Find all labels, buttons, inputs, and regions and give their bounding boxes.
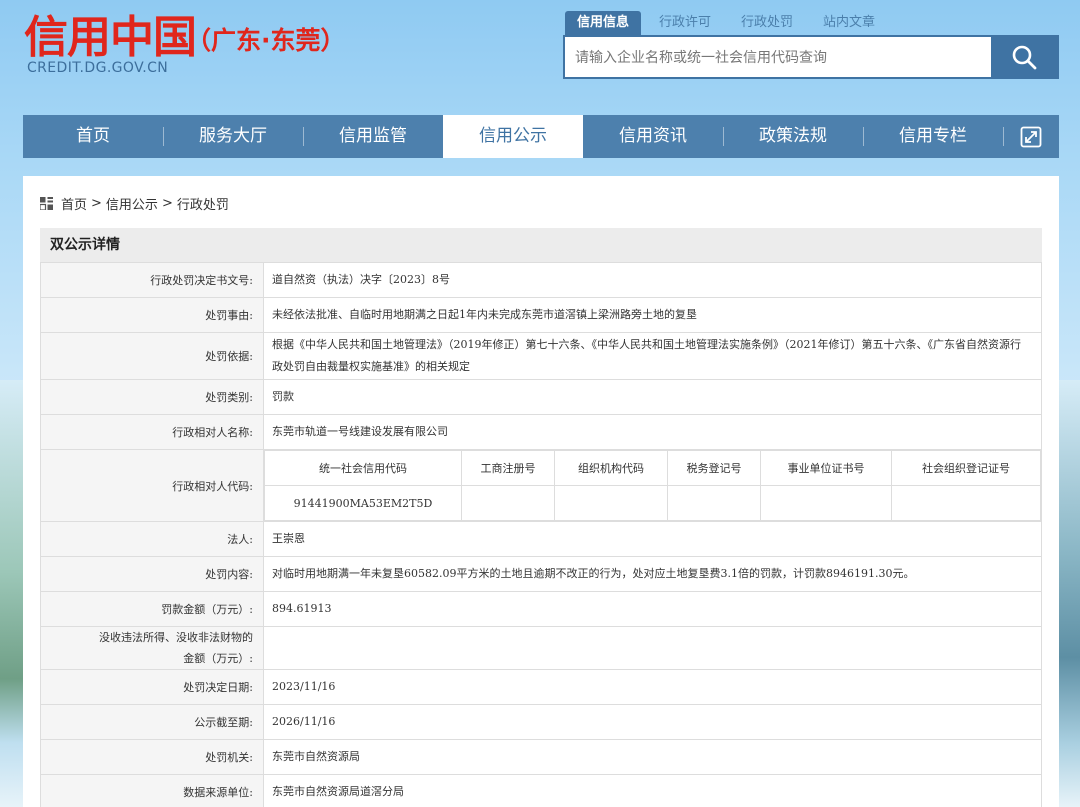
row-label: 罚款金额（万元）: <box>40 591 264 627</box>
nav-item-credit-disclosure[interactable]: 信用公示 <box>443 115 583 158</box>
table-row: 公示截至期: 2026/11/16 <box>40 704 1042 740</box>
row-label: 行政相对人名称: <box>40 414 264 450</box>
table-row: 处罚依据: 根据《中华人民共和国土地管理法》（2019年修正）第七十六条、《中华… <box>40 332 1042 380</box>
table-row: 行政处罚决定书文号: 道自然资（执法）决字〔2023〕8号 <box>40 262 1042 298</box>
search-tab-admin-license[interactable]: 行政许可 <box>647 11 723 35</box>
code-header: 工商注册号 <box>461 450 555 486</box>
row-label: 处罚内容: <box>40 556 264 592</box>
site-logo[interactable]: 信用中国 （广东·东莞） CREDIT.DG.GOV.CN <box>24 12 346 82</box>
breadcrumb-separator: > <box>91 195 102 211</box>
code-value <box>461 485 555 521</box>
search-button[interactable] <box>991 37 1057 77</box>
content-panel: 首页 > 信用公示 > 行政处罚 双公示详情 行政处罚决定书文号: 道自然资（执… <box>23 176 1059 807</box>
row-label: 处罚决定日期: <box>40 669 264 705</box>
code-value <box>667 485 761 521</box>
breadcrumb-home[interactable]: 首页 <box>61 194 87 213</box>
detail-table: 行政处罚决定书文号: 道自然资（执法）决字〔2023〕8号 处罚事由: 未经依法… <box>40 262 1042 807</box>
code-value <box>891 485 1041 521</box>
breadcrumb-admin-penalty: 行政处罚 <box>176 197 229 213</box>
table-row: 行政相对人名称: 东莞市轨道一号线建设发展有限公司 <box>40 414 1042 450</box>
breadcrumb-credit-disclosure[interactable]: 信用公示 <box>106 194 158 213</box>
code-header-row: 统一社会信用代码 工商注册号 组织机构代码 税务登记号 事业单位证书号 社会组织… <box>264 450 1041 486</box>
background-scenery-right <box>1059 380 1080 807</box>
row-value: 道自然资（执法）决字〔2023〕8号 <box>263 262 1042 298</box>
row-value: 2026/11/16 <box>263 704 1042 740</box>
search-tab-credit-info[interactable]: 信用信息 <box>565 11 642 35</box>
code-value <box>554 485 668 521</box>
code-header: 社会组织登记证号 <box>891 450 1041 486</box>
code-value-row: 91441900MA53EM2T5D <box>264 485 1041 521</box>
row-value: 未经依法批准、自临时用地期满之日起1年内未完成东莞市道滘镇上梁洲路旁土地的复垦 <box>263 297 1042 333</box>
row-value: 894.61913 <box>263 591 1042 627</box>
row-label: 行政处罚决定书文号: <box>40 262 264 298</box>
row-label: 数据来源单位: <box>40 774 264 807</box>
row-label: 公示截至期: <box>40 704 264 740</box>
code-value: 91441900MA53EM2T5D <box>264 485 462 521</box>
table-row: 处罚内容: 对临时用地期满一年未复垦60582.09平方米的土地且逾期不改正的行… <box>40 556 1042 592</box>
search-input[interactable] <box>565 37 991 77</box>
nav-item-policies[interactable]: 政策法规 <box>723 115 863 158</box>
row-value: 2023/11/16 <box>263 669 1042 705</box>
table-row: 没收违法所得、没收非法财物的金额（万元）: <box>40 626 1042 670</box>
nav-expand-button[interactable] <box>1003 115 1059 158</box>
row-label: 处罚类别: <box>40 379 264 415</box>
row-value: 东莞市自然资源局道滘分局 <box>263 774 1042 807</box>
row-value: 东莞市自然资源局 <box>263 739 1042 775</box>
row-label: 法人: <box>40 521 264 557</box>
code-header: 统一社会信用代码 <box>264 450 462 486</box>
row-label: 没收违法所得、没收非法财物的金额（万元）: <box>40 626 264 670</box>
code-header: 事业单位证书号 <box>760 450 892 486</box>
row-value: 对临时用地期满一年未复垦60582.09平方米的土地且逾期不改正的行为，处对应土… <box>263 556 1042 592</box>
table-row: 数据来源单位: 东莞市自然资源局道滘分局 <box>40 774 1042 807</box>
section-title: 双公示详情 <box>40 228 1042 262</box>
search-tabs: 信用信息 行政许可 行政处罚 站内文章 <box>565 11 893 35</box>
row-value: 根据《中华人民共和国土地管理法》（2019年修正）第七十六条、《中华人民共和国土… <box>263 332 1042 380</box>
logo-region: （广东·东莞） <box>186 26 346 55</box>
row-label: 行政相对人代码: <box>40 449 264 522</box>
nav-item-service-hall[interactable]: 服务大厅 <box>163 115 303 158</box>
row-value <box>263 626 1042 670</box>
breadcrumb-separator: > <box>161 195 173 211</box>
row-value: 东莞市轨道一号线建设发展有限公司 <box>263 414 1042 450</box>
table-row: 处罚类别: 罚款 <box>40 379 1042 415</box>
nav-item-credit-supervision[interactable]: 信用监管 <box>303 115 443 158</box>
table-row: 处罚事由: 未经依法批准、自临时用地期满之日起1年内未完成东莞市道滘镇上梁洲路旁… <box>40 297 1042 333</box>
row-label: 处罚依据: <box>40 332 264 380</box>
code-header: 组织机构代码 <box>554 450 668 486</box>
expand-icon <box>1020 126 1042 147</box>
table-row: 处罚机关: 东莞市自然资源局 <box>40 739 1042 775</box>
row-value: 王崇恩 <box>263 521 1042 557</box>
code-table: 统一社会信用代码 工商注册号 组织机构代码 税务登记号 事业单位证书号 社会组织… <box>264 450 1041 521</box>
search-box <box>563 35 1059 79</box>
table-row: 处罚决定日期: 2023/11/16 <box>40 669 1042 705</box>
nav-item-credit-column[interactable]: 信用专栏 <box>863 115 1003 158</box>
row-label: 处罚机关: <box>40 739 264 775</box>
breadcrumb: 首页 > 信用公示 > 行政处罚 <box>40 194 229 213</box>
nav-item-home[interactable]: 首页 <box>23 115 163 158</box>
row-label: 处罚事由: <box>40 297 264 333</box>
search-tab-admin-penalty[interactable]: 行政处罚 <box>729 11 805 35</box>
code-header: 税务登记号 <box>667 450 761 486</box>
table-row: 罚款金额（万元）: 894.61913 <box>40 591 1042 627</box>
grid-icon <box>40 196 53 210</box>
main-nav: 首页 服务大厅 信用监管 信用公示 信用资讯 政策法规 信用专栏 <box>23 115 1059 158</box>
logo-domain: CREDIT.DG.GOV.CN <box>27 60 169 76</box>
search-icon <box>1012 45 1037 70</box>
search-tab-site-articles[interactable]: 站内文章 <box>811 11 887 35</box>
table-row: 法人: 王崇恩 <box>40 521 1042 557</box>
table-row: 行政相对人代码: 统一社会信用代码 工商注册号 组织机构代码 税务登记号 事业单… <box>40 449 1042 522</box>
code-cell: 统一社会信用代码 工商注册号 组织机构代码 税务登记号 事业单位证书号 社会组织… <box>263 449 1042 522</box>
code-value <box>760 485 892 521</box>
logo-title: 信用中国 <box>24 12 197 63</box>
nav-item-credit-news[interactable]: 信用资讯 <box>583 115 723 158</box>
row-value: 罚款 <box>263 379 1042 415</box>
background-scenery-left <box>0 380 24 807</box>
